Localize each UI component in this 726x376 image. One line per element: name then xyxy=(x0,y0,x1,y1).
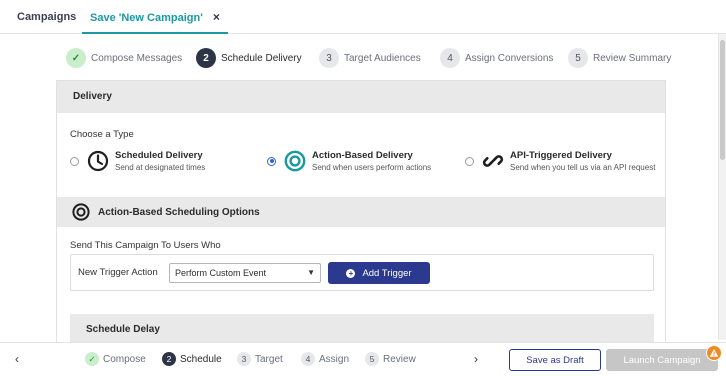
step-number: 5 xyxy=(365,352,379,366)
step-number: 2 xyxy=(162,352,176,366)
step-label: Schedule Delivery xyxy=(221,52,302,64)
trigger-select-value: Perform Custom Event xyxy=(175,268,267,278)
bottom-step-schedule[interactable]: 2 Schedule xyxy=(162,352,222,366)
bottom-step-label: Review xyxy=(383,353,416,365)
radio-api-triggered-delivery[interactable] xyxy=(465,156,474,166)
schedule-delay-section: Schedule Delay xyxy=(70,314,654,342)
clock-icon xyxy=(87,150,109,172)
campaign-editor: Campaigns Save 'New Campaign' × ✓ Compos… xyxy=(0,0,726,376)
tab-bar: Campaigns Save 'New Campaign' × xyxy=(0,0,726,34)
step-number: 2 xyxy=(196,48,216,68)
step-number: 4 xyxy=(440,48,460,68)
target-icon xyxy=(284,150,306,172)
vertical-scrollbar[interactable] xyxy=(718,34,726,340)
step-label: Assign Conversions xyxy=(465,52,554,64)
schedule-delay-header: Schedule Delay xyxy=(86,324,160,335)
tab-save-new-campaign[interactable]: Save 'New Campaign' × xyxy=(82,0,228,34)
bottom-step-label: Assign xyxy=(319,353,350,365)
add-trigger-label: Add Trigger xyxy=(362,267,412,279)
link-icon xyxy=(482,150,504,172)
bottom-step-review[interactable]: 5 Review xyxy=(365,352,416,366)
caret-down-icon: ▼ xyxy=(307,268,315,277)
checkmark-icon: ✓ xyxy=(85,352,99,366)
save-as-draft-button[interactable]: Save as Draft xyxy=(509,349,601,371)
bottom-step-label: Compose xyxy=(103,353,146,365)
step-label: Target Audiences xyxy=(344,52,421,64)
step-number: 3 xyxy=(319,48,339,68)
step-compose-messages[interactable]: ✓ Compose Messages xyxy=(66,47,182,69)
option-text: Scheduled Delivery Send at designated ti… xyxy=(115,150,205,173)
option-api-triggered-delivery[interactable]: API-Triggered Delivery Send when you tel… xyxy=(465,147,655,175)
chevron-left-icon[interactable]: ‹ xyxy=(15,352,19,366)
bottom-step-label: Target xyxy=(255,353,283,365)
warning-icon[interactable] xyxy=(706,345,722,361)
progress-stepper: ✓ Compose Messages 2 Schedule Delivery 3… xyxy=(0,44,726,72)
step-number: 4 xyxy=(301,352,315,366)
radio-scheduled-delivery[interactable] xyxy=(70,156,79,166)
tab-save-new-campaign-label: Save 'New Campaign' xyxy=(90,12,203,24)
add-trigger-button[interactable]: + Add Trigger xyxy=(328,262,430,284)
step-schedule-delivery[interactable]: 2 Schedule Delivery xyxy=(196,47,302,69)
option-text: API-Triggered Delivery Send when you tel… xyxy=(510,150,655,173)
step-label: Review Summary xyxy=(593,52,672,64)
scheduling-options-header: Action-Based Scheduling Options xyxy=(57,197,665,227)
bottom-step-target[interactable]: 3 Target xyxy=(237,352,283,366)
option-title: API-Triggered Delivery xyxy=(510,149,612,161)
bottom-bar: ‹ ✓ Compose 2 Schedule 3 Target 4 Assign… xyxy=(0,342,726,376)
step-target-audiences[interactable]: 3 Target Audiences xyxy=(319,47,421,69)
option-subtitle: Send at designated times xyxy=(115,162,206,172)
bottom-step-label: Schedule xyxy=(180,353,222,365)
trigger-row: New Trigger Action Perform Custom Event … xyxy=(70,254,654,291)
option-subtitle: Send when users perform actions xyxy=(312,162,432,172)
launch-campaign-button[interactable]: Launch Campaign xyxy=(606,349,718,371)
option-subtitle: Send when you tell us via an API request xyxy=(510,162,656,172)
plus-icon: + xyxy=(346,268,356,278)
option-scheduled-delivery[interactable]: Scheduled Delivery Send at designated ti… xyxy=(70,147,205,175)
tab-campaigns[interactable]: Campaigns xyxy=(17,0,76,34)
radio-action-based-delivery[interactable] xyxy=(267,156,276,166)
step-review-summary[interactable]: 5 Review Summary xyxy=(568,47,671,69)
step-number: 5 xyxy=(568,48,588,68)
choose-type-label: Choose a Type xyxy=(70,129,134,140)
option-text: Action-Based Delivery Send when users pe… xyxy=(312,150,431,173)
trigger-action-label: New Trigger Action xyxy=(78,267,158,278)
bottom-step-assign[interactable]: 4 Assign xyxy=(301,352,349,366)
option-title: Scheduled Delivery xyxy=(115,149,203,161)
step-assign-conversions[interactable]: 4 Assign Conversions xyxy=(440,47,553,69)
delivery-card: Delivery Choose a Type Scheduled Deliver… xyxy=(56,80,666,342)
delivery-header: Delivery xyxy=(57,81,665,113)
bottom-step-compose[interactable]: ✓ Compose xyxy=(85,352,146,366)
checkmark-icon: ✓ xyxy=(66,48,86,68)
scheduling-options-title: Action-Based Scheduling Options xyxy=(98,206,260,218)
step-label: Compose Messages xyxy=(91,52,183,64)
option-action-based-delivery[interactable]: Action-Based Delivery Send when users pe… xyxy=(267,147,431,175)
close-icon[interactable]: × xyxy=(213,0,220,34)
option-title: Action-Based Delivery xyxy=(312,149,413,161)
target-icon xyxy=(72,203,90,221)
trigger-action-select[interactable]: Perform Custom Event ▼ xyxy=(169,263,321,283)
chevron-right-icon[interactable]: › xyxy=(474,352,478,366)
send-campaign-label: Send This Campaign To Users Who xyxy=(70,240,221,251)
step-number: 3 xyxy=(237,352,251,366)
